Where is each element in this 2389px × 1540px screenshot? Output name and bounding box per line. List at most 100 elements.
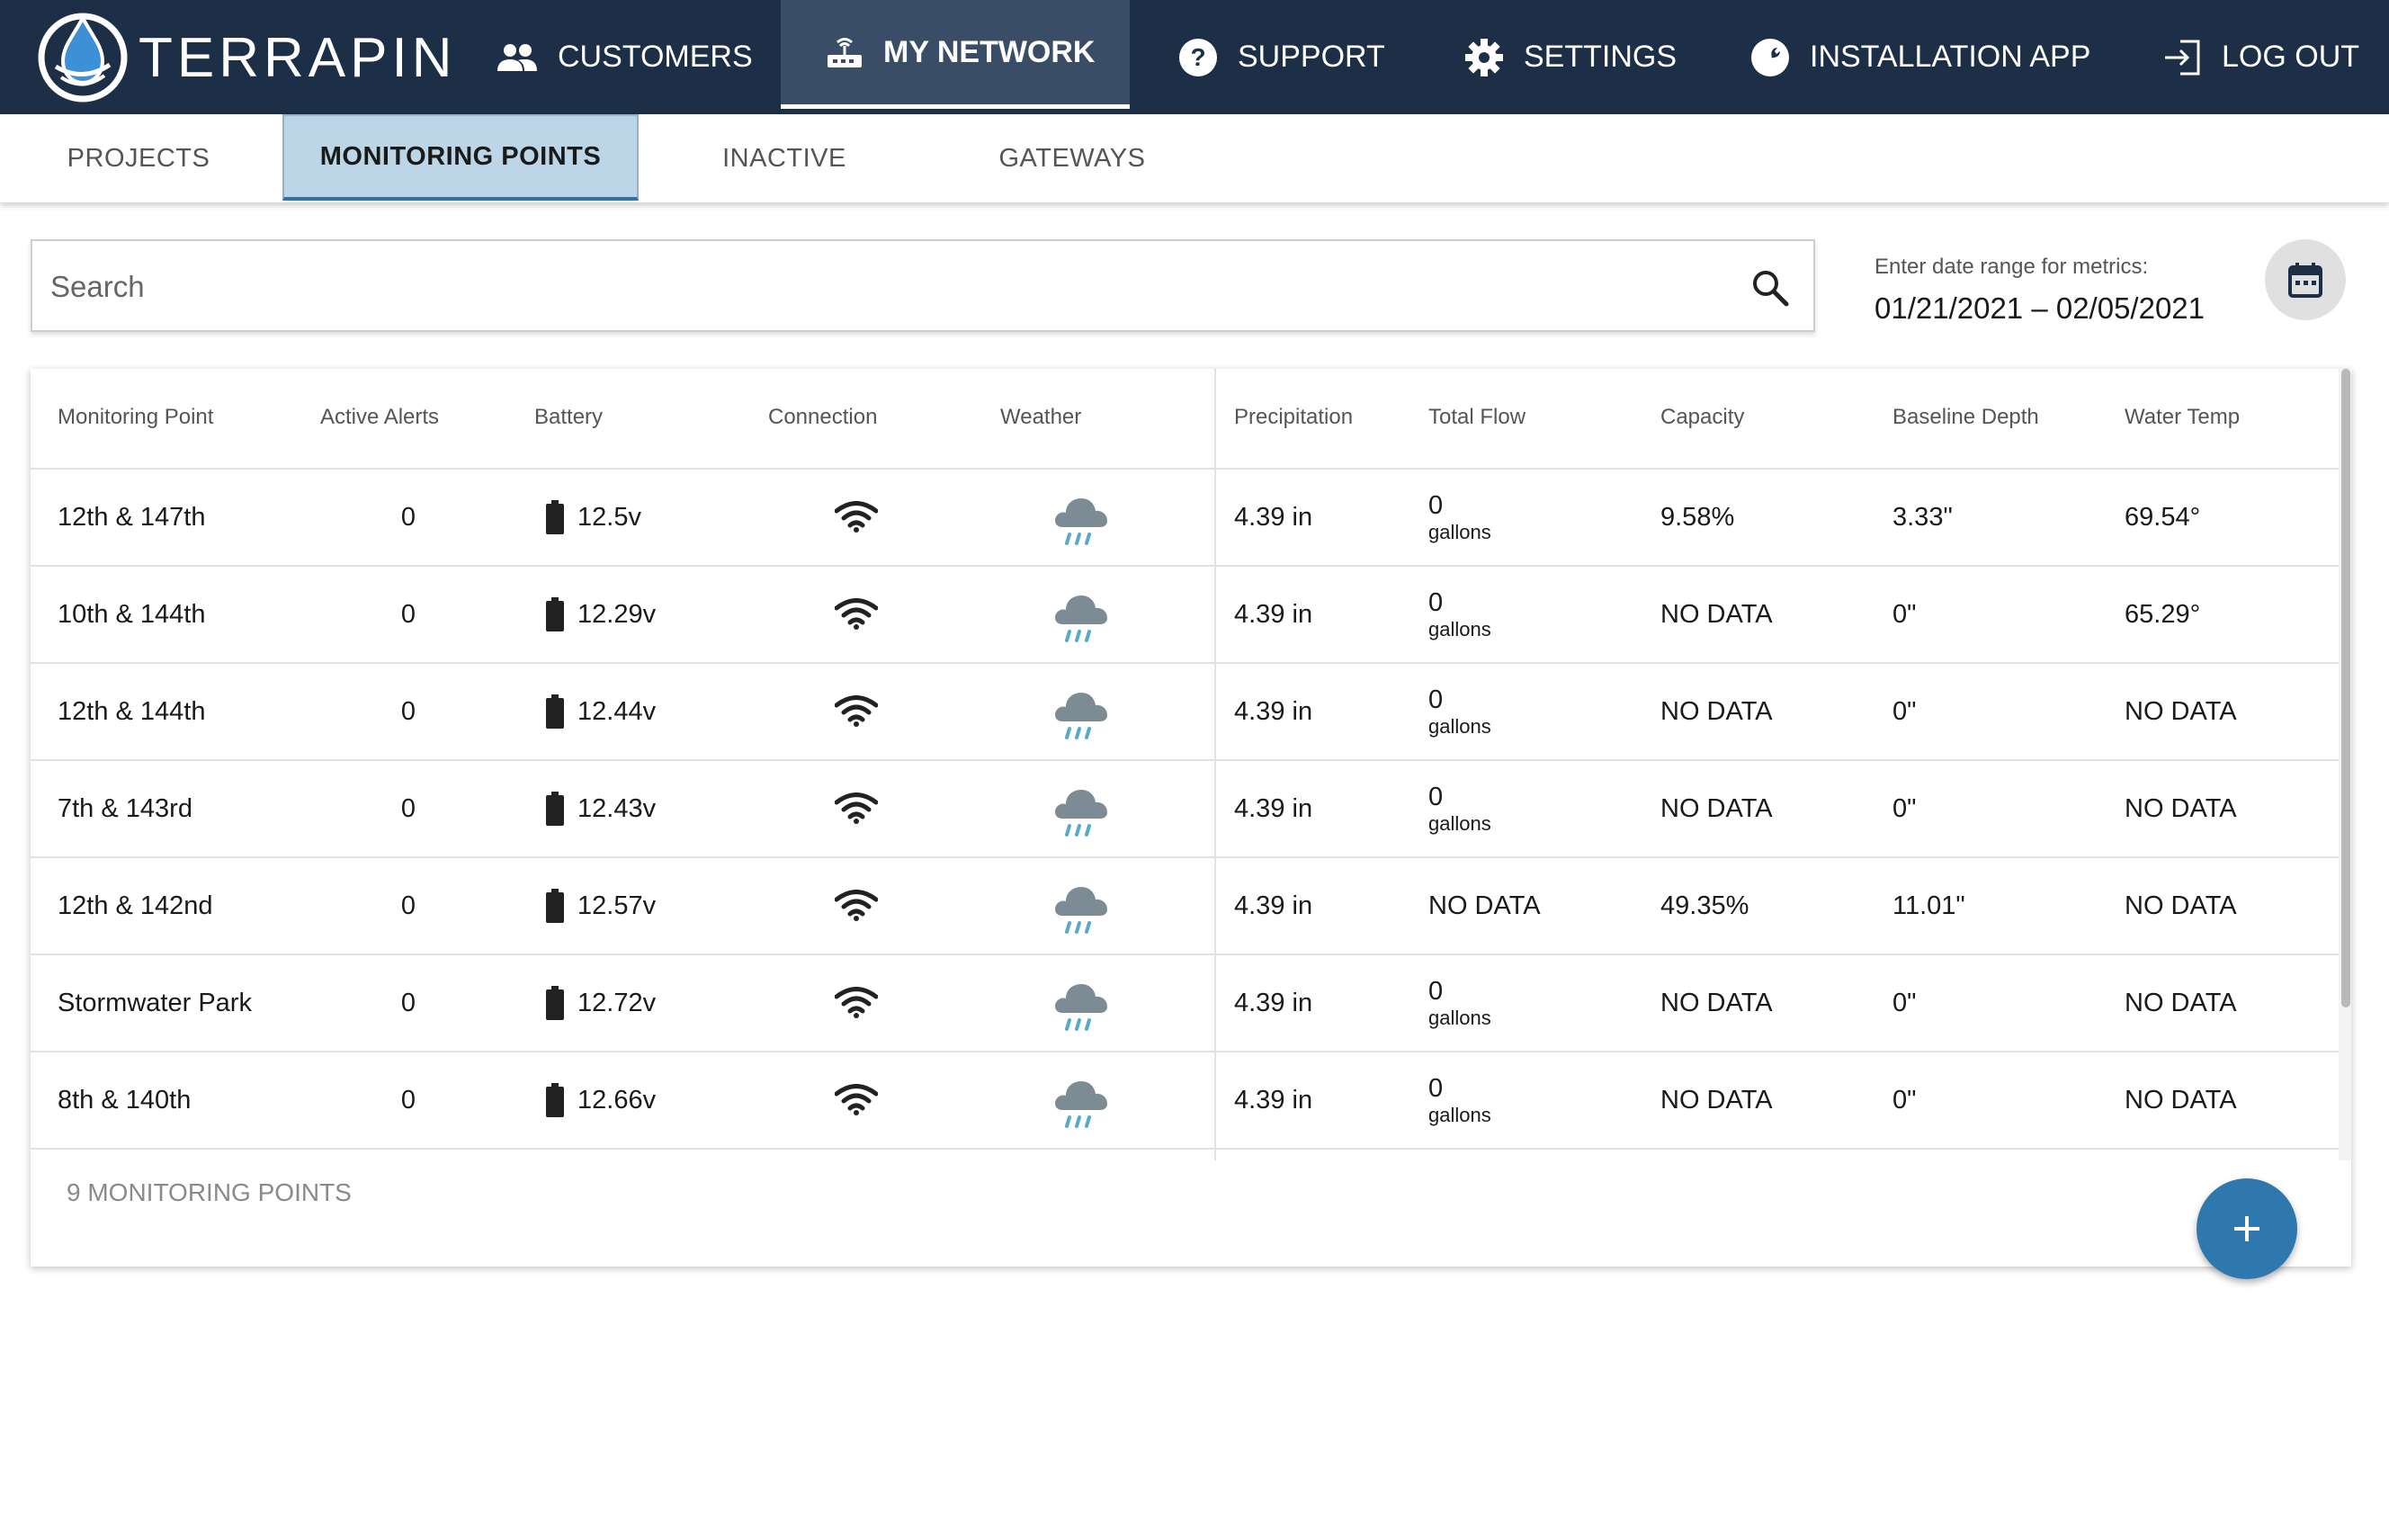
table-row[interactable]: 10th & 144th 0 12.29v 4.39 in 0 gallons … xyxy=(31,567,2339,664)
total-flow-unit: gallons xyxy=(1428,521,1491,543)
capacity-value: NO DATA xyxy=(1660,1085,1773,1115)
brand-name: TERRAPIN xyxy=(139,26,457,89)
battery-cell: 12.5v xyxy=(545,470,641,565)
nav-customers[interactable]: CUSTOMERS xyxy=(497,0,753,114)
column-header-connection[interactable]: Connection xyxy=(768,405,877,430)
date-range-value[interactable]: 01/21/2021 – 02/05/2021 xyxy=(1875,291,2205,326)
monitoring-point-name[interactable]: 10th & 144th xyxy=(58,567,205,662)
help-circle-icon: ? xyxy=(1179,38,1217,76)
monitoring-points-table: Monitoring Point Active Alerts Battery C… xyxy=(31,369,2339,1160)
battery-voltage: 12.44v xyxy=(577,696,657,726)
precipitation-value: 4.39 in xyxy=(1234,696,1313,726)
table-row[interactable]: 12th & 142nd 0 12.57v 4.39 in NO DATA 49… xyxy=(31,858,2339,955)
wrench-icon xyxy=(1751,38,1789,76)
monitoring-point-name[interactable]: 7th & 143rd xyxy=(58,761,192,856)
active-alerts-count: 0 xyxy=(400,1085,416,1115)
nav-label: LOG OUT xyxy=(2222,40,2360,74)
precipitation-value: 4.39 in xyxy=(1234,1085,1313,1115)
monitoring-points-card: Monitoring Point Active Alerts Battery C… xyxy=(31,369,2351,1279)
column-header-total-flow[interactable]: Total Flow xyxy=(1428,405,1526,430)
table-row[interactable]: 12th & 147th 0 12.5v 4.39 in 0 gallons 9… xyxy=(31,470,2339,567)
table-row[interactable]: 8th & 140th 0 12.66v 4.39 in 0 gallons N… xyxy=(31,1052,2339,1150)
battery-voltage: 12.66v xyxy=(577,1085,657,1115)
brand-logo[interactable]: TERRAPIN xyxy=(36,13,456,103)
column-header-monitoring-point[interactable]: Monitoring Point xyxy=(58,405,213,430)
tab-gateways[interactable]: GATEWAYS xyxy=(930,114,1214,202)
capacity-value: NO DATA xyxy=(1660,696,1773,726)
active-alerts-count: 0 xyxy=(400,502,416,532)
table-scrollbar-thumb[interactable] xyxy=(2341,369,2350,1007)
connection-cell xyxy=(822,1052,890,1148)
nav-installation-app[interactable]: INSTALLATION APP xyxy=(1750,0,2090,114)
column-header-active-alerts[interactable]: Active Alerts xyxy=(320,405,439,430)
battery-icon xyxy=(546,889,564,923)
top-navigation-bar: TERRAPIN CUSTOMERS MY NETWORK ? SUPPORT xyxy=(0,0,2389,114)
calendar-button[interactable] xyxy=(2265,239,2346,320)
battery-cell: 12.44v xyxy=(545,664,656,759)
water-temp-value: NO DATA xyxy=(2125,696,2237,726)
svg-text:?: ? xyxy=(1190,43,1205,71)
column-divider xyxy=(1214,369,1216,1160)
nav-my-network[interactable]: MY NETWORK xyxy=(781,0,1130,109)
battery-cell: 12.57v xyxy=(545,858,656,954)
nav-settings[interactable]: SETTINGS xyxy=(1464,0,1677,114)
capacity-value: NO DATA xyxy=(1660,793,1773,823)
monitoring-points-count: 9 MONITORING POINTS xyxy=(67,1178,352,1206)
battery-cell: 12.43v xyxy=(545,761,656,856)
active-alerts-count: 0 xyxy=(400,793,416,823)
column-header-capacity[interactable]: Capacity xyxy=(1660,405,1744,430)
section-tabs: PROJECTS MONITORING POINTS INACTIVE GATE… xyxy=(0,114,2389,202)
nav-support[interactable]: ? SUPPORT xyxy=(1178,0,1385,114)
water-temp-value: NO DATA xyxy=(2125,793,2237,823)
battery-cell: 12.29v xyxy=(545,567,656,662)
active-alerts-count: 0 xyxy=(400,988,416,1017)
water-temp-value: 69.54° xyxy=(2125,502,2201,532)
total-flow-value: 0 xyxy=(1428,977,1444,1006)
total-flow-value: 0 xyxy=(1428,588,1444,617)
total-flow-cell: 0 gallons xyxy=(1428,567,1491,662)
table-row[interactable]: 12th & 144th 0 12.44v 4.39 in 0 gallons … xyxy=(31,664,2339,761)
battery-icon xyxy=(546,597,564,631)
battery-icon xyxy=(546,792,564,826)
weather-cell xyxy=(1047,567,1115,662)
terrapin-logo-icon xyxy=(38,13,128,103)
total-flow-value: 0 xyxy=(1428,685,1444,714)
column-header-weather[interactable]: Weather xyxy=(1000,405,1081,430)
wifi-icon xyxy=(835,598,878,630)
tab-monitoring-points[interactable]: MONITORING POINTS xyxy=(282,114,639,201)
calendar-icon xyxy=(2288,263,2322,298)
wifi-icon xyxy=(835,1084,878,1115)
wifi-icon xyxy=(835,890,878,921)
search-input[interactable] xyxy=(50,259,1723,315)
baseline-depth-value: 0" xyxy=(1892,793,1917,823)
tab-inactive[interactable]: INACTIVE xyxy=(644,114,925,202)
monitoring-point-name[interactable]: Stormwater Park xyxy=(58,955,252,1051)
tab-projects[interactable]: PROJECTS xyxy=(0,114,277,202)
wifi-icon xyxy=(835,501,878,533)
monitoring-point-name[interactable]: 12th & 147th xyxy=(58,470,205,565)
table-row[interactable]: 7th & 143rd 0 12.43v 4.39 in 0 gallons N… xyxy=(31,761,2339,858)
nav-log-out[interactable]: LOG OUT xyxy=(2162,0,2359,114)
rain-cloud-icon xyxy=(1055,498,1107,545)
battery-icon xyxy=(546,1083,564,1117)
search-field xyxy=(31,239,1815,332)
add-monitoring-point-button[interactable] xyxy=(2197,1178,2297,1279)
water-temp-value: 65.29° xyxy=(2125,599,2201,629)
active-alerts-count: 0 xyxy=(400,696,416,726)
monitoring-point-name[interactable]: 8th & 140th xyxy=(58,1052,191,1148)
total-flow-cell: 0 gallons xyxy=(1428,955,1491,1051)
column-header-battery[interactable]: Battery xyxy=(534,405,603,430)
monitoring-point-name[interactable]: 12th & 144th xyxy=(58,664,205,759)
capacity-value: 49.35% xyxy=(1660,891,1749,920)
baseline-depth-value: 0" xyxy=(1892,988,1917,1017)
wifi-icon xyxy=(835,695,878,727)
column-header-water-temp[interactable]: Water Temp xyxy=(2125,405,2240,430)
table-row[interactable]: Stormwater Park 0 12.72v 4.39 in 0 gallo… xyxy=(31,955,2339,1052)
monitoring-point-name[interactable]: 12th & 142nd xyxy=(58,858,213,954)
column-header-precipitation[interactable]: Precipitation xyxy=(1234,405,1353,430)
battery-cell: 12.72v xyxy=(545,955,656,1051)
precipitation-value: 4.39 in xyxy=(1234,793,1313,823)
date-range-label: Enter date range for metrics: xyxy=(1875,255,2149,279)
search-icon[interactable] xyxy=(1750,268,1790,308)
column-header-baseline-depth[interactable]: Baseline Depth xyxy=(1892,405,2039,430)
